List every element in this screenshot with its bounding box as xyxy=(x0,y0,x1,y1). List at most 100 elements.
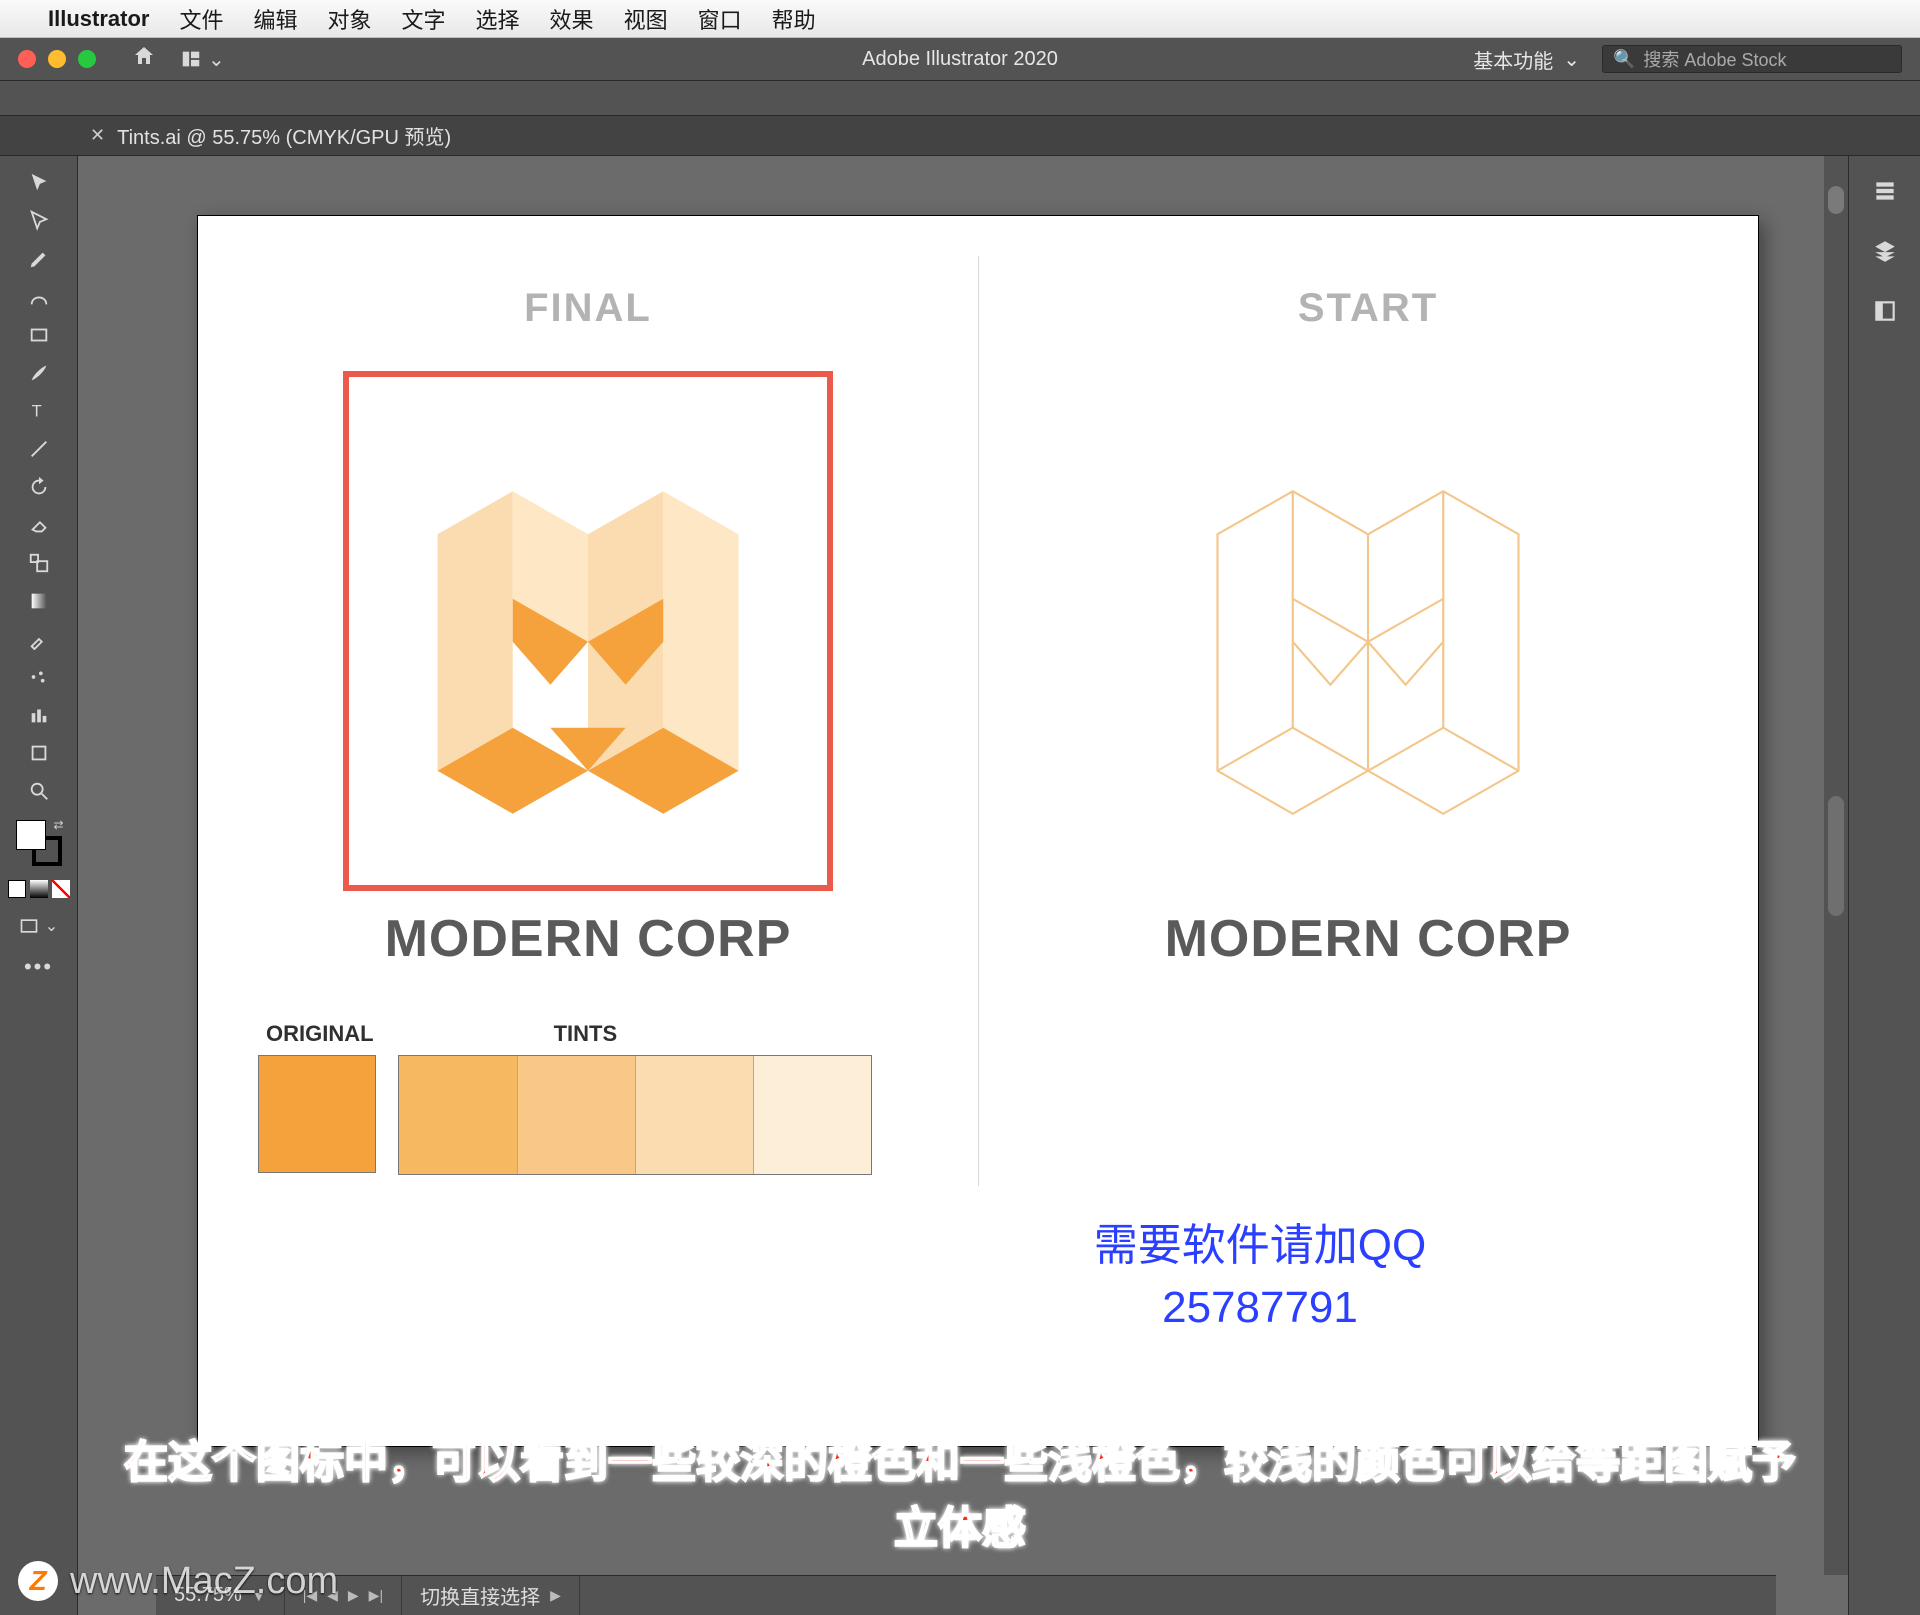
line-tool[interactable] xyxy=(5,432,73,466)
overlay-caption: 在这个图标中，可以看到一些较深的橙色和一些浅橙色，较浅的颜色可以给等距图赋予 立… xyxy=(0,1430,1920,1562)
app-name[interactable]: Illustrator xyxy=(48,6,149,32)
close-tab-icon[interactable]: ✕ xyxy=(90,125,105,146)
overlay-qq-line1: 需要软件请加QQ xyxy=(980,1215,1540,1277)
m-logo-outline xyxy=(1153,401,1583,861)
panel-dock xyxy=(1848,156,1920,1615)
close-window-button[interactable] xyxy=(18,50,36,68)
artboard-tool[interactable] xyxy=(5,736,73,770)
tools-panel: T ⇄ ⌄ ••• xyxy=(0,156,78,1615)
overlay-caption-line2: 立体感 xyxy=(30,1496,1890,1562)
app-title: Adobe Illustrator 2020 xyxy=(862,48,1058,71)
scrollbar-thumb[interactable] xyxy=(1828,796,1844,916)
arrange-documents-button[interactable]: ⌄ xyxy=(180,47,225,72)
layers-panel-icon[interactable] xyxy=(1868,234,1902,268)
tool-hint: 切换直接选择 ▶ xyxy=(402,1576,580,1615)
swatch-labels: ORIGINAL TINTS xyxy=(266,1021,978,1047)
brand-text-right: MODERN CORP xyxy=(978,909,1758,969)
m-logo-final xyxy=(373,401,803,861)
rotate-tool[interactable] xyxy=(5,470,73,504)
pen-tool[interactable] xyxy=(5,242,73,276)
draw-mode-controls xyxy=(8,880,70,898)
menu-edit[interactable]: 编辑 xyxy=(253,3,297,35)
menu-type[interactable]: 文字 xyxy=(402,3,446,35)
workspace-label: 基本功能 xyxy=(1473,45,1553,74)
column-graph-tool[interactable] xyxy=(5,698,73,732)
properties-panel-icon[interactable] xyxy=(1868,174,1902,208)
minimize-window-button[interactable] xyxy=(48,50,66,68)
edit-toolbar-button[interactable]: ••• xyxy=(24,954,53,980)
color-mode-solid[interactable] xyxy=(8,880,26,898)
gradient-tool[interactable] xyxy=(5,584,73,618)
label-original: ORIGINAL xyxy=(266,1021,374,1047)
chevron-right-icon: ▶ xyxy=(550,1587,561,1604)
zoom-tool[interactable] xyxy=(5,774,73,808)
menu-help[interactable]: 帮助 xyxy=(772,3,816,35)
overlay-qq-text: 需要软件请加QQ 25787791 xyxy=(980,1215,1540,1338)
artboard-left-column: FINAL xyxy=(198,216,978,1446)
swatch-tint-2[interactable] xyxy=(517,1056,635,1174)
paintbrush-tool[interactable] xyxy=(5,356,73,390)
scale-tool[interactable] xyxy=(5,546,73,580)
overlay-qq-line2: 25787791 xyxy=(980,1277,1540,1339)
direct-selection-tool[interactable] xyxy=(5,204,73,238)
swatch-original[interactable] xyxy=(258,1055,376,1173)
symbol-sprayer-tool[interactable] xyxy=(5,660,73,694)
chevron-down-icon: ⌄ xyxy=(208,47,225,72)
eraser-tool[interactable] xyxy=(5,508,73,542)
svg-text:T: T xyxy=(31,403,41,421)
search-placeholder: 搜索 Adobe Stock xyxy=(1643,46,1786,72)
chevron-down-icon: ⌄ xyxy=(45,916,58,936)
scrollbar-up-indicator xyxy=(1828,186,1844,214)
swatch-tint-3[interactable] xyxy=(635,1056,753,1174)
rectangle-tool[interactable] xyxy=(5,318,73,352)
workspace: T ⇄ ⌄ ••• xyxy=(0,156,1920,1615)
heading-final: FINAL xyxy=(198,286,978,331)
brand-text-left: MODERN CORP xyxy=(198,909,978,969)
color-mode-gradient[interactable] xyxy=(30,880,48,898)
app-titlebar: ⌄ Adobe Illustrator 2020 基本功能 ⌄ 🔍 搜索 Ado… xyxy=(0,38,1920,80)
label-tints: TINTS xyxy=(554,1021,618,1047)
selection-tool[interactable] xyxy=(5,166,73,200)
menu-object[interactable]: 对象 xyxy=(328,3,372,35)
mac-menubar: Illustrator 文件 编辑 对象 文字 选择 效果 视图 窗口 帮助 xyxy=(0,0,1920,38)
vertical-scrollbar[interactable] xyxy=(1824,156,1848,1575)
curvature-tool[interactable] xyxy=(5,280,73,314)
workspace-switcher[interactable]: 基本功能 ⌄ xyxy=(1473,45,1580,74)
canvas[interactable]: FINAL xyxy=(78,156,1848,1615)
document-tab-strip: ✕ Tints.ai @ 55.75% (CMYK/GPU 预览) xyxy=(0,116,1920,156)
control-bar xyxy=(0,80,1920,116)
type-tool[interactable]: T xyxy=(5,394,73,428)
swatch-row xyxy=(258,1055,978,1175)
menu-select[interactable]: 选择 xyxy=(476,3,520,35)
screen-mode-buttons[interactable]: ⌄ xyxy=(19,916,58,936)
swatch-tints-group xyxy=(398,1055,872,1175)
search-stock-field[interactable]: 🔍 搜索 Adobe Stock xyxy=(1602,45,1902,73)
menu-effect[interactable]: 效果 xyxy=(550,3,594,35)
menu-file[interactable]: 文件 xyxy=(179,3,223,35)
menu-view[interactable]: 视图 xyxy=(624,3,668,35)
fill-swatch[interactable] xyxy=(16,820,46,850)
fill-stroke-control[interactable]: ⇄ xyxy=(16,820,62,866)
watermark-badge-icon: Z xyxy=(18,1561,58,1601)
nav-next-icon[interactable]: ▶ xyxy=(348,1587,359,1604)
swatch-tint-1[interactable] xyxy=(399,1056,517,1174)
window-controls xyxy=(0,50,114,68)
watermark-text: www.MacZ.com xyxy=(70,1560,338,1603)
document-tab[interactable]: ✕ Tints.ai @ 55.75% (CMYK/GPU 预览) xyxy=(90,121,451,150)
swap-fill-stroke-icon[interactable]: ⇄ xyxy=(53,818,63,832)
search-icon: 🔍 xyxy=(1613,49,1635,70)
eyedropper-tool[interactable] xyxy=(5,622,73,656)
tool-hint-text: 切换直接选择 xyxy=(420,1581,540,1610)
home-icon[interactable] xyxy=(132,44,156,74)
start-logo[interactable] xyxy=(1123,371,1613,891)
heading-start: START xyxy=(978,286,1758,331)
color-mode-none[interactable] xyxy=(52,880,70,898)
menu-window[interactable]: 窗口 xyxy=(698,3,742,35)
libraries-panel-icon[interactable] xyxy=(1868,294,1902,328)
overlay-caption-line1: 在这个图标中，可以看到一些较深的橙色和一些浅橙色，较浅的颜色可以给等距图赋予 xyxy=(30,1430,1890,1496)
swatch-tint-4[interactable] xyxy=(753,1056,871,1174)
nav-last-icon[interactable]: ▶| xyxy=(369,1587,383,1604)
chevron-down-icon: ⌄ xyxy=(1563,47,1580,72)
final-logo[interactable] xyxy=(343,371,833,891)
fullscreen-window-button[interactable] xyxy=(78,50,96,68)
